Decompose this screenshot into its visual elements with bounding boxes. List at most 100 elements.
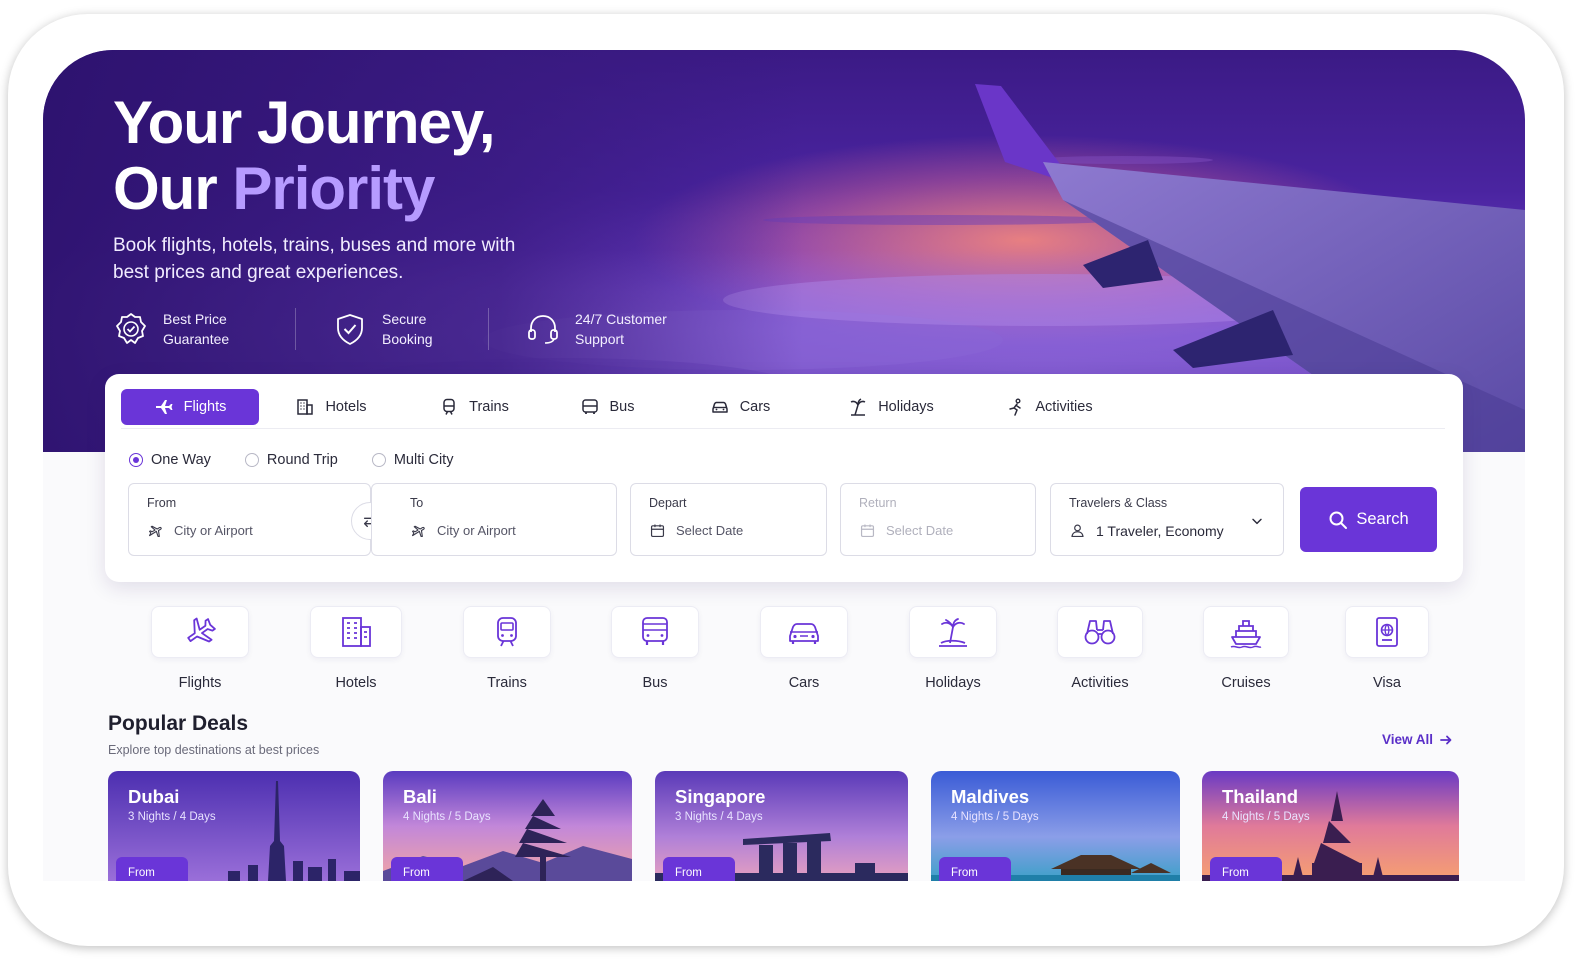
tab-flights[interactable]: Flights: [121, 389, 259, 425]
category-tile: [1345, 606, 1429, 658]
category-activities[interactable]: Activities: [1057, 606, 1143, 691]
deal-name: Singapore: [675, 786, 766, 807]
category-tile: [611, 606, 699, 658]
trip-type-radios: One Way Round Trip Multi City: [129, 452, 487, 468]
travelers-value: 1 Traveler, Economy: [1096, 522, 1224, 539]
headset-icon: [528, 315, 558, 344]
field-label: Travelers & Class: [1069, 496, 1168, 510]
radio-dot: [129, 453, 143, 467]
category-bus[interactable]: Bus: [611, 606, 699, 691]
depart-input[interactable]: Select Date: [649, 522, 743, 539]
deal-name: Thailand: [1222, 786, 1299, 807]
category-label: Visa: [1373, 675, 1401, 691]
beach-icon: [850, 398, 866, 416]
radio-dot: [371, 453, 386, 467]
search-button-label: Search: [1356, 510, 1409, 528]
radio-multi-city[interactable]: Multi City: [371, 452, 454, 468]
deal-price-badge: From: [391, 857, 463, 881]
view-all-link[interactable]: View All: [1382, 732, 1453, 747]
feature-secure-booking: Secure Booking: [295, 308, 452, 350]
tab-hotels[interactable]: Hotels: [291, 389, 371, 425]
palm-island-icon: [939, 618, 967, 647]
to-input[interactable]: City or Airport: [410, 522, 516, 539]
ship-icon: [1230, 620, 1262, 649]
deal-duration: 4 Nights / 5 Days: [1222, 811, 1310, 823]
deal-price-badge: From: [1210, 857, 1282, 881]
return-input[interactable]: Select Date: [859, 522, 953, 539]
category-label: Trains: [487, 675, 527, 691]
tab-holidays[interactable]: Holidays: [845, 389, 937, 425]
tab-label: Trains: [469, 399, 509, 415]
return-field[interactable]: Return Select Date: [840, 483, 1036, 556]
from-input[interactable]: City or Airport: [147, 522, 253, 539]
passport-icon: [1376, 617, 1398, 647]
tab-activities[interactable]: Activities: [1001, 389, 1097, 425]
tab-label: Bus: [609, 399, 635, 415]
category-tile: [1203, 606, 1289, 658]
category-holidays[interactable]: Holidays: [909, 606, 997, 691]
binoculars-icon: [1084, 620, 1116, 645]
category-tile: [909, 606, 997, 658]
category-cars[interactable]: Cars: [760, 606, 848, 691]
deal-card-dubai[interactable]: Dubai 3 Nights / 4 Days From: [108, 771, 360, 881]
search-icon: [1329, 511, 1348, 529]
deal-card-thailand[interactable]: Thailand 4 Nights / 5 Days From: [1202, 771, 1459, 881]
headline-line-1: Your Journey,: [113, 89, 496, 156]
travelers-field[interactable]: Travelers & Class 1 Traveler, Economy: [1050, 483, 1284, 556]
calendar-icon: [860, 524, 875, 538]
arrow-right-icon: [1440, 735, 1452, 744]
category-label: Holidays: [925, 675, 981, 691]
search-button[interactable]: Search: [1300, 487, 1437, 552]
calendar-icon: [650, 524, 665, 538]
badge-check-icon: [116, 313, 146, 344]
booking-tabs: Flights Hotels Trains Bus Cars Holidays: [121, 389, 1445, 429]
search-panel: Flights Hotels Trains Bus Cars Holidays: [105, 374, 1463, 582]
depart-field[interactable]: Depart Select Date: [630, 483, 827, 556]
chevron-down-icon: [1252, 518, 1262, 525]
tab-bus[interactable]: Bus: [577, 389, 637, 425]
radio-label: Multi City: [393, 452, 454, 468]
car-icon: [789, 623, 819, 644]
hero-features: Best Price Guarantee Secure Booking 24/7…: [113, 308, 685, 350]
view-all-label: View All: [1382, 732, 1434, 747]
from-field[interactable]: From City or Airport: [128, 483, 371, 556]
category-visa[interactable]: Visa: [1345, 606, 1429, 691]
bus-icon: [581, 399, 598, 414]
category-tile: [1057, 606, 1143, 658]
building-icon: [297, 399, 314, 415]
radio-dot: [244, 453, 259, 467]
deal-card-maldives[interactable]: Maldives 4 Nights / 5 Days From: [931, 771, 1180, 881]
category-cruises[interactable]: Cruises: [1203, 606, 1289, 691]
car-icon: [711, 401, 728, 413]
radio-one-way[interactable]: One Way: [129, 452, 211, 468]
deal-card-bali[interactable]: Bali 4 Nights / 5 Days From: [383, 771, 632, 881]
field-label: From: [147, 496, 177, 510]
deal-card-singapore[interactable]: Singapore 3 Nights / 4 Days From: [655, 771, 908, 881]
tab-trains[interactable]: Trains: [437, 389, 511, 425]
category-hotels[interactable]: Hotels: [310, 606, 402, 691]
category-trains[interactable]: Trains: [463, 606, 551, 691]
travelers-select[interactable]: 1 Traveler, Economy: [1069, 522, 1224, 539]
field-label: Depart: [649, 496, 687, 510]
tab-label: Hotels: [325, 399, 367, 415]
field-placeholder: Select Date: [886, 523, 954, 538]
deal-price-badge: From: [939, 857, 1011, 881]
headline-line-2: Our Priority: [113, 156, 495, 222]
to-field[interactable]: To City or Airport: [371, 483, 617, 556]
tab-label: Activities: [1035, 399, 1093, 415]
radio-round-trip[interactable]: Round Trip: [244, 452, 338, 468]
user-icon: [1071, 524, 1084, 538]
field-label: Return: [859, 496, 897, 510]
train-icon: [497, 617, 517, 647]
section-title: Popular Deals: [108, 712, 249, 735]
deal-name: Bali: [403, 786, 437, 807]
headline-accent: Priority: [232, 155, 435, 222]
section-subtitle: Explore top destinations at best prices: [108, 743, 320, 757]
category-tile: [760, 606, 848, 658]
category-label: Flights: [178, 675, 222, 691]
category-flights[interactable]: Flights: [150, 606, 250, 691]
category-label: Hotels: [335, 675, 377, 691]
train-icon: [443, 398, 455, 415]
hero-headline: Your Journey, Our Priority: [113, 89, 496, 222]
tab-cars[interactable]: Cars: [707, 389, 773, 425]
